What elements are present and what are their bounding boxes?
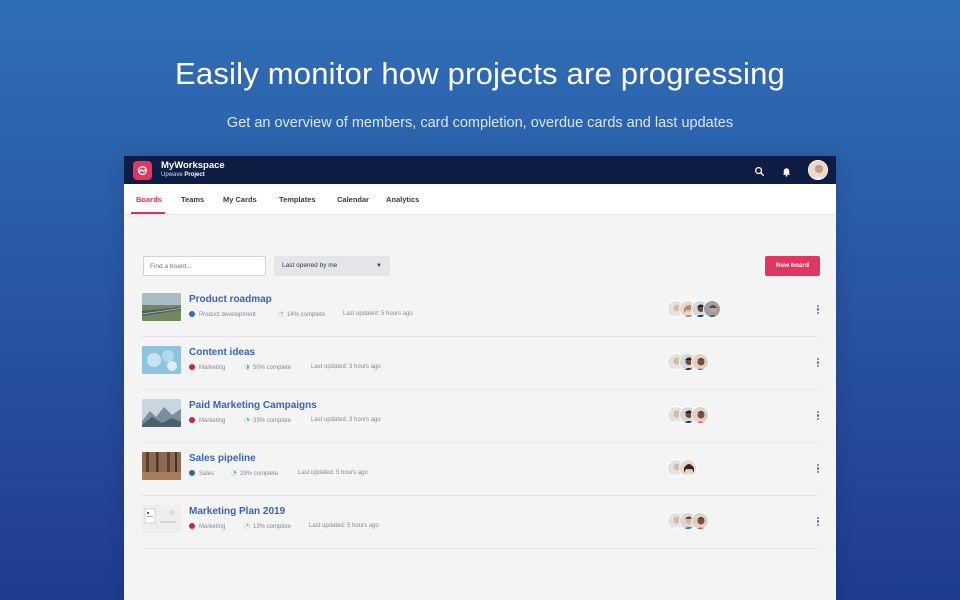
sort-select[interactable]: Last opened by me ▼ [274, 256, 390, 276]
board-category-label: Sales [199, 471, 215, 477]
member-avatar[interactable] [691, 353, 709, 371]
board-updated: Last updated: 3 hours ago [311, 364, 381, 370]
hero-subtitle: Get an overview of members, card complet… [226, 115, 734, 131]
board-category-label: Product development [199, 312, 256, 318]
progress-pie-icon [231, 470, 237, 476]
hero-title: Easily monitor how projects are progress… [175, 56, 785, 91]
board-progress: 14% complete [278, 311, 325, 318]
board-progress: 33% complete [244, 417, 291, 424]
board-category: Product development [189, 311, 256, 318]
progress-pie-icon [278, 311, 284, 317]
progress-pie-icon [244, 417, 250, 423]
board-progress-label: 13% complete [253, 524, 292, 530]
more-options-icon[interactable] [817, 410, 821, 421]
board-progress-label: 29% complete [240, 471, 279, 477]
new-board-button[interactable]: New board [765, 256, 820, 276]
app-window: MyWorkspace Upwave Project Boards Teams … [124, 156, 836, 600]
board-progress-label: 14% complete [287, 312, 326, 318]
board-row[interactable]: Marketing Plan 2019 Marketing 13% comple… [141, 496, 820, 549]
board-category: Marketing [189, 417, 225, 424]
workspace-logo-icon[interactable] [133, 161, 152, 180]
tab-boards[interactable]: Boards [136, 195, 162, 204]
board-thumbnail-road[interactable] [142, 293, 181, 321]
board-thumbnail-mountains[interactable] [142, 399, 181, 427]
sort-select-value: Last opened by me [282, 262, 338, 269]
bell-icon[interactable] [781, 164, 792, 182]
board-category: Marketing [189, 523, 225, 530]
board-title[interactable]: Marketing Plan 2019 [189, 506, 285, 517]
member-avatar[interactable] [679, 459, 697, 477]
main-nav: Boards Teams My Cards Templates Calendar… [124, 184, 836, 215]
user-avatar[interactable] [808, 160, 828, 180]
board-thumbnail-desk[interactable] [142, 505, 181, 533]
board-progress-label: 33% complete [253, 418, 292, 424]
member-avatar[interactable] [691, 406, 709, 424]
member-avatar[interactable] [691, 512, 709, 530]
board-row[interactable]: Paid Marketing Campaigns Marketing 33% c… [141, 390, 820, 443]
workspace-sub-prefix: Upwave [161, 172, 183, 178]
category-dot-icon [189, 470, 195, 476]
workspace-subtitle: Upwave Project [161, 172, 205, 178]
category-dot-icon [189, 417, 195, 423]
more-options-icon[interactable] [817, 516, 821, 527]
board-category-label: Marketing [199, 418, 226, 424]
board-progress: 13% complete [244, 523, 291, 530]
board-category-label: Marketing [199, 524, 226, 530]
board-category-label: Marketing [199, 365, 226, 371]
workspace-sub-bold: Project [184, 172, 205, 178]
caret-down-icon: ▼ [376, 263, 382, 269]
more-options-icon[interactable] [817, 304, 821, 315]
active-tab-indicator [131, 212, 165, 214]
board-title[interactable]: Paid Marketing Campaigns [189, 400, 317, 411]
board-updated: Last updated: 5 hours ago [343, 311, 413, 317]
tab-my-cards[interactable]: My Cards [223, 195, 257, 204]
progress-pie-icon [244, 523, 250, 529]
category-dot-icon [189, 523, 195, 529]
board-title[interactable]: Content ideas [189, 347, 255, 358]
board-thumbnail-forest[interactable] [142, 452, 181, 480]
board-progress: 29% complete [231, 470, 278, 477]
board-category: Sales [189, 470, 214, 477]
workspace-name[interactable]: MyWorkspace [161, 160, 225, 171]
category-dot-icon [189, 311, 195, 317]
progress-pie-icon [244, 364, 250, 370]
tab-teams[interactable]: Teams [181, 195, 204, 204]
board-category: Marketing [189, 364, 225, 371]
member-avatar[interactable] [703, 300, 721, 318]
board-row[interactable]: Sales pipeline Sales 29% complete Last u… [141, 443, 820, 496]
search-icon[interactable] [754, 164, 765, 182]
category-dot-icon [189, 364, 195, 370]
board-title[interactable]: Sales pipeline [189, 453, 256, 464]
top-bar: MyWorkspace Upwave Project [124, 156, 836, 184]
board-updated: Last updated: 5 hours ago [298, 470, 368, 476]
tab-templates[interactable]: Templates [279, 195, 316, 204]
board-title[interactable]: Product roadmap [189, 294, 272, 305]
tab-calendar[interactable]: Calendar [337, 195, 369, 204]
board-search-input[interactable] [143, 256, 266, 276]
board-thumbnail-water[interactable] [142, 346, 181, 374]
more-options-icon[interactable] [817, 357, 821, 368]
board-row[interactable]: Product roadmap Product development 14% … [141, 284, 820, 337]
board-row[interactable]: Content ideas Marketing 50% complete Las… [141, 337, 820, 390]
board-progress-label: 50% complete [253, 365, 292, 371]
board-updated: Last updated: 5 hours ago [309, 523, 379, 529]
tab-analytics[interactable]: Analytics [386, 195, 419, 204]
board-updated: Last updated: 3 hours ago [311, 417, 381, 423]
board-progress: 50% complete [244, 364, 291, 371]
more-options-icon[interactable] [817, 463, 821, 474]
